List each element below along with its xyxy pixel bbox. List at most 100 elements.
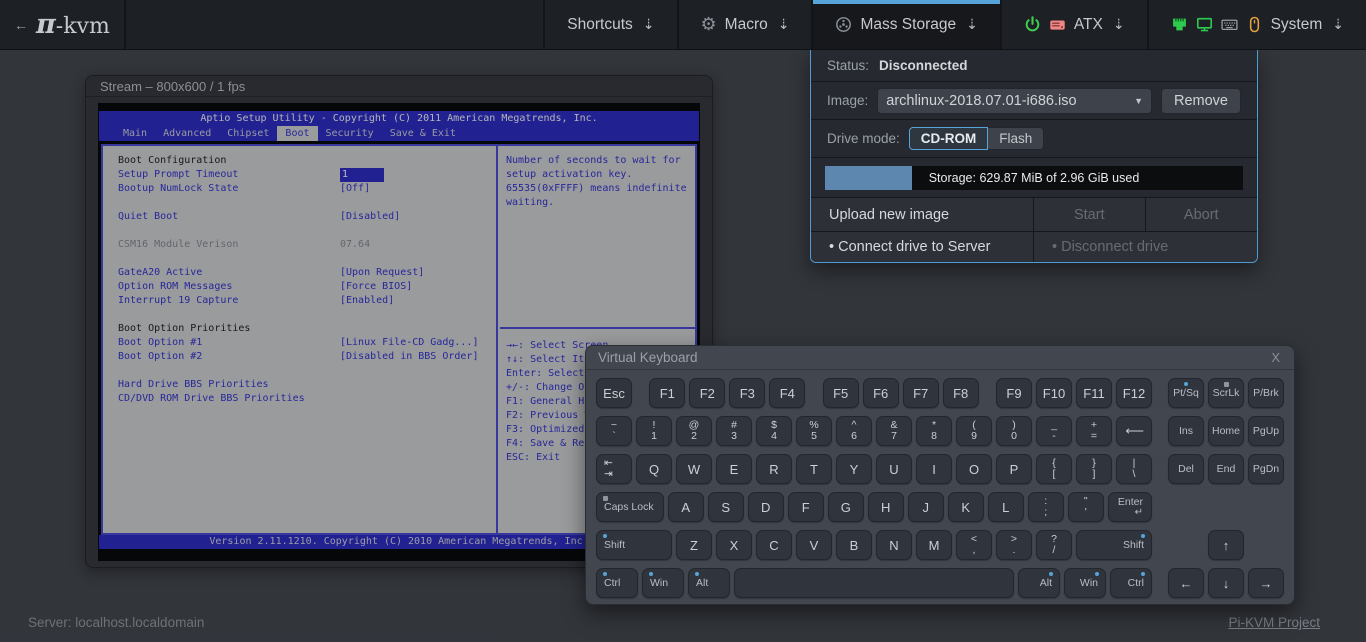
key-9[interactable]: (9: [956, 416, 992, 446]
key-equals[interactable]: +=: [1076, 416, 1112, 446]
key-j[interactable]: J: [908, 492, 944, 522]
key-6[interactable]: ^6: [836, 416, 872, 446]
key-b[interactable]: B: [836, 530, 872, 560]
key-enter[interactable]: Enter↵: [1108, 492, 1152, 522]
key-right-alt[interactable]: Alt: [1018, 568, 1060, 598]
key-f3[interactable]: F3: [729, 378, 765, 408]
key-space[interactable]: [734, 568, 1014, 598]
mode-cdrom-button[interactable]: CD-ROM: [909, 127, 989, 150]
key-del[interactable]: Del: [1168, 454, 1204, 484]
key-l[interactable]: L: [988, 492, 1024, 522]
key-1[interactable]: !1: [636, 416, 672, 446]
key-n[interactable]: N: [876, 530, 912, 560]
key-t[interactable]: T: [796, 454, 832, 484]
key-e[interactable]: E: [716, 454, 752, 484]
key-backspace[interactable]: ⟵: [1116, 416, 1152, 446]
key-right-ctrl[interactable]: Ctrl: [1110, 568, 1152, 598]
key-f5[interactable]: F5: [823, 378, 859, 408]
key-x[interactable]: X: [716, 530, 752, 560]
key-u[interactable]: U: [876, 454, 912, 484]
key-pgup[interactable]: PgUp: [1248, 416, 1284, 446]
key-period[interactable]: >.: [996, 530, 1032, 560]
abort-upload-button[interactable]: Abort: [1146, 198, 1258, 231]
key-p[interactable]: P: [996, 454, 1032, 484]
key-arrow-left[interactable]: ←: [1168, 568, 1204, 598]
key-a[interactable]: A: [668, 492, 704, 522]
key-z[interactable]: Z: [676, 530, 712, 560]
key-right-shift[interactable]: Shift: [1076, 530, 1152, 560]
key-f8[interactable]: F8: [943, 378, 979, 408]
key-f11[interactable]: F11: [1076, 378, 1112, 408]
key-i[interactable]: I: [916, 454, 952, 484]
mode-flash-button[interactable]: Flash: [988, 127, 1044, 150]
virtual-keyboard-header[interactable]: Virtual Keyboard X: [586, 346, 1294, 370]
key-f1[interactable]: F1: [649, 378, 685, 408]
key-arrow-up[interactable]: ↑: [1208, 530, 1244, 560]
key-left-win[interactable]: Win: [642, 568, 684, 598]
key-4[interactable]: $4: [756, 416, 792, 446]
key-8[interactable]: *8: [916, 416, 952, 446]
key-p-brk[interactable]: P/Brk: [1248, 378, 1284, 408]
key-ins[interactable]: Ins: [1168, 416, 1204, 446]
start-upload-button[interactable]: Start: [1034, 198, 1146, 231]
key-m[interactable]: M: [916, 530, 952, 560]
key-0[interactable]: )0: [996, 416, 1032, 446]
key-v[interactable]: V: [796, 530, 832, 560]
menu-mass-storage[interactable]: Mass Storage ⇣: [813, 0, 1001, 49]
pikvm-logo[interactable]: π-kvm: [36, 11, 110, 39]
key-left-alt[interactable]: Alt: [688, 568, 730, 598]
upload-image-button[interactable]: Upload new image: [811, 198, 1034, 231]
back-arrow-icon[interactable]: ←: [14, 17, 28, 33]
key-grave[interactable]: ~`: [596, 416, 632, 446]
key-f4[interactable]: F4: [769, 378, 805, 408]
key-apostrophe[interactable]: "': [1068, 492, 1104, 522]
menu-macro[interactable]: ⚙ Macro ⇣: [679, 0, 814, 49]
key-left-ctrl[interactable]: Ctrl: [596, 568, 638, 598]
key-semicolon[interactable]: :;: [1028, 492, 1064, 522]
menu-shortcuts[interactable]: Shortcuts ⇣: [545, 0, 678, 49]
key-esc[interactable]: Esc: [596, 378, 632, 408]
image-select[interactable]: archlinux-2018.07.01-i686.iso ▼: [877, 88, 1152, 114]
key-scrlk[interactable]: ScrLk: [1208, 378, 1244, 408]
key-7[interactable]: &7: [876, 416, 912, 446]
key-o[interactable]: O: [956, 454, 992, 484]
key-s[interactable]: S: [708, 492, 744, 522]
key-3[interactable]: #3: [716, 416, 752, 446]
key-c[interactable]: C: [756, 530, 792, 560]
key-f9[interactable]: F9: [996, 378, 1032, 408]
key-q[interactable]: Q: [636, 454, 672, 484]
disconnect-drive-button[interactable]: • Disconnect drive: [1034, 232, 1257, 262]
menu-system[interactable]: System ⇣: [1149, 0, 1366, 49]
key-left-shift[interactable]: Shift: [596, 530, 672, 560]
key-5[interactable]: %5: [796, 416, 832, 446]
key-f10[interactable]: F10: [1036, 378, 1072, 408]
key-w[interactable]: W: [676, 454, 712, 484]
key-tab[interactable]: ⇤⇥: [596, 454, 632, 484]
key-comma[interactable]: <,: [956, 530, 992, 560]
key-minus[interactable]: _-: [1036, 416, 1072, 446]
key-f12[interactable]: F12: [1116, 378, 1152, 408]
key-caps-lock[interactable]: Caps Lock: [596, 492, 664, 522]
key-slash[interactable]: ?/: [1036, 530, 1072, 560]
key-right-bracket[interactable]: }]: [1076, 454, 1112, 484]
key-home[interactable]: Home: [1208, 416, 1244, 446]
key-pt-sq[interactable]: Pt/Sq: [1168, 378, 1204, 408]
key-d[interactable]: D: [748, 492, 784, 522]
key-2[interactable]: @2: [676, 416, 712, 446]
key-end[interactable]: End: [1208, 454, 1244, 484]
key-g[interactable]: G: [828, 492, 864, 522]
key-f7[interactable]: F7: [903, 378, 939, 408]
key-f[interactable]: F: [788, 492, 824, 522]
key-arrow-right[interactable]: →: [1248, 568, 1284, 598]
key-pgdn[interactable]: PgDn: [1248, 454, 1284, 484]
key-left-bracket[interactable]: {[: [1036, 454, 1072, 484]
remove-image-button[interactable]: Remove: [1161, 88, 1241, 114]
key-h[interactable]: H: [868, 492, 904, 522]
key-r[interactable]: R: [756, 454, 792, 484]
key-backslash[interactable]: |\: [1116, 454, 1152, 484]
key-f2[interactable]: F2: [689, 378, 725, 408]
key-arrow-down[interactable]: ↓: [1208, 568, 1244, 598]
close-icon[interactable]: X: [1269, 350, 1282, 365]
menu-atx[interactable]: ATX ⇣: [1002, 0, 1149, 49]
connect-drive-button[interactable]: • Connect drive to Server: [811, 232, 1034, 262]
